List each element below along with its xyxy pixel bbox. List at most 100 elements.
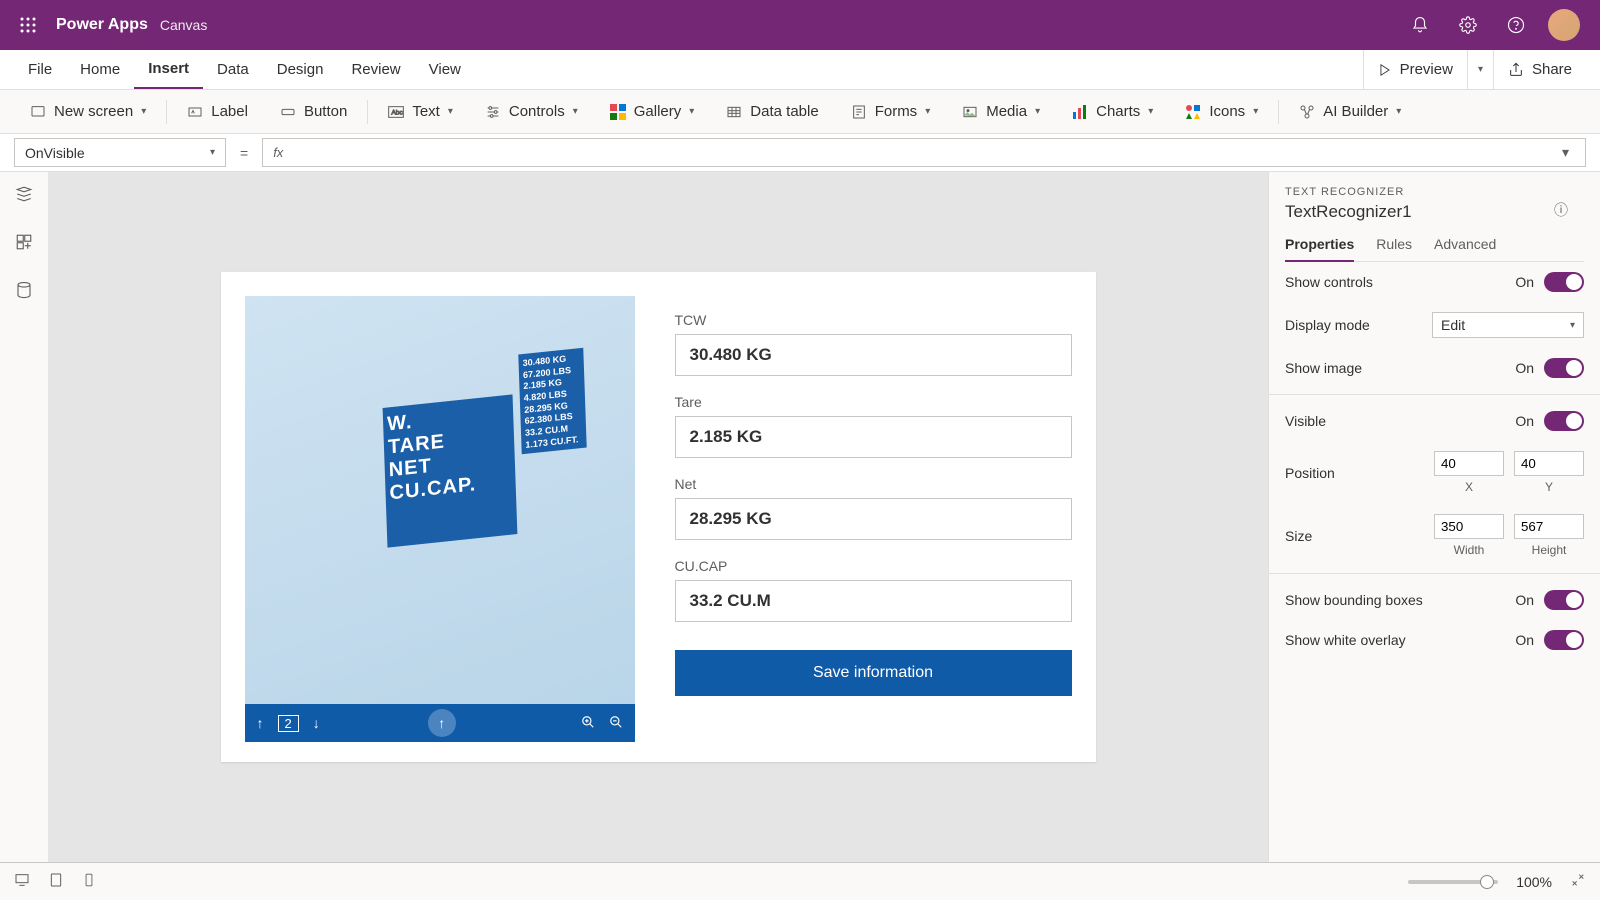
prop-show-controls-label: Show controls xyxy=(1285,274,1373,290)
field-input-tare[interactable]: 2.185 KG xyxy=(675,416,1072,458)
save-button[interactable]: Save information xyxy=(675,650,1072,696)
page-up-icon[interactable]: ↑ xyxy=(257,715,264,731)
device-desktop-icon[interactable] xyxy=(14,872,30,891)
left-rail xyxy=(0,172,48,862)
tab-advanced[interactable]: Advanced xyxy=(1434,236,1496,261)
ribbon-charts[interactable]: Charts▾ xyxy=(1056,90,1169,133)
share-button[interactable]: Share xyxy=(1493,50,1586,89)
input-position-x[interactable] xyxy=(1434,451,1504,476)
status-bar: 100% xyxy=(0,862,1600,900)
toggle-bounding[interactable] xyxy=(1544,590,1584,610)
field-label-tcw: TCW xyxy=(675,312,1072,328)
gallery-icon xyxy=(610,104,626,120)
button-icon xyxy=(280,104,296,120)
menu-home[interactable]: Home xyxy=(66,50,134,89)
field-input-tcw[interactable]: 30.480 KG xyxy=(675,334,1072,376)
formula-input[interactable]: fx ▾ xyxy=(262,138,1586,167)
ai-builder-icon xyxy=(1299,104,1315,120)
control-name: TextRecognizer1 xyxy=(1285,202,1584,222)
props-tabs: Properties Rules Advanced xyxy=(1285,236,1584,262)
ribbon-data-table[interactable]: Data table xyxy=(710,90,834,133)
menu-insert[interactable]: Insert xyxy=(134,50,203,89)
brand-title: Power Apps xyxy=(56,16,148,34)
ribbon-forms[interactable]: Forms▾ xyxy=(835,90,947,133)
page-down-icon[interactable]: ↓ xyxy=(313,715,320,731)
settings-gear-icon[interactable] xyxy=(1444,0,1492,50)
fit-to-window-icon[interactable] xyxy=(1570,872,1586,891)
ribbon: New screen▾ Label Button Abc Text▾ Contr… xyxy=(0,90,1600,134)
prop-show-image-label: Show image xyxy=(1285,360,1362,376)
input-size-width[interactable] xyxy=(1434,514,1504,539)
app-subtitle: Canvas xyxy=(160,17,207,33)
user-avatar[interactable] xyxy=(1548,9,1580,41)
properties-panel: TEXT RECOGNIZER TextRecognizer1 ⓘ Proper… xyxy=(1268,172,1600,862)
input-size-height[interactable] xyxy=(1514,514,1584,539)
preview-button[interactable]: Preview xyxy=(1363,50,1467,89)
prop-bounding-label: Show bounding boxes xyxy=(1285,592,1423,608)
ribbon-gallery[interactable]: Gallery▾ xyxy=(594,90,711,133)
field-input-cucap[interactable]: 33.2 CU.M xyxy=(675,580,1072,622)
equals-label: = xyxy=(234,138,254,167)
ribbon-controls[interactable]: Controls▾ xyxy=(469,90,594,133)
media-icon xyxy=(962,104,978,120)
zoom-slider[interactable] xyxy=(1408,880,1498,884)
controls-icon xyxy=(485,104,501,120)
canvas[interactable]: W. TARE NET CU.CAP. 30.480 KG 67.200 LBS… xyxy=(48,172,1268,862)
ribbon-media[interactable]: Media▾ xyxy=(946,90,1056,133)
workspace: W. TARE NET CU.CAP. 30.480 KG 67.200 LBS… xyxy=(0,172,1600,862)
container-weights-panel: 30.480 KG 67.200 LBS 2.185 KG 4.820 LBS … xyxy=(518,348,586,455)
ribbon-ai-builder[interactable]: AI Builder▾ xyxy=(1283,90,1417,133)
waffle-icon[interactable] xyxy=(12,9,44,41)
toggle-overlay[interactable] xyxy=(1544,630,1584,650)
zoom-out-icon[interactable] xyxy=(609,715,623,732)
formula-expand-icon[interactable]: ▾ xyxy=(1556,144,1575,161)
menubar: File Home Insert Data Design Review View… xyxy=(0,50,1600,90)
upload-icon[interactable]: ↑ xyxy=(428,709,456,737)
menu-design[interactable]: Design xyxy=(263,50,338,89)
device-tablet-icon[interactable] xyxy=(48,872,64,891)
app-header: Power Apps Canvas xyxy=(0,0,1600,50)
data-pane-icon[interactable] xyxy=(14,280,34,300)
fx-icon: fx xyxy=(273,145,283,160)
toggle-visible[interactable] xyxy=(1544,411,1584,431)
zoom-in-icon[interactable] xyxy=(581,715,595,732)
field-label-tare: Tare xyxy=(675,394,1072,410)
text-recognizer-control[interactable]: W. TARE NET CU.CAP. 30.480 KG 67.200 LBS… xyxy=(245,296,635,742)
menu-file[interactable]: File xyxy=(14,50,66,89)
device-phone-icon[interactable] xyxy=(82,872,96,891)
label-icon xyxy=(187,104,203,120)
ribbon-text[interactable]: Abc Text▾ xyxy=(372,90,469,133)
insert-pane-icon[interactable] xyxy=(14,232,34,252)
tab-properties[interactable]: Properties xyxy=(1285,236,1354,262)
field-input-net[interactable]: 28.295 KG xyxy=(675,498,1072,540)
table-icon xyxy=(726,104,742,120)
toggle-show-controls[interactable] xyxy=(1544,272,1584,292)
screen-card: W. TARE NET CU.CAP. 30.480 KG 67.200 LBS… xyxy=(221,272,1096,762)
ribbon-new-screen[interactable]: New screen▾ xyxy=(14,90,162,133)
help-icon[interactable] xyxy=(1492,0,1540,50)
menu-review[interactable]: Review xyxy=(337,50,414,89)
property-selector[interactable]: OnVisible ▾ xyxy=(14,138,226,167)
ribbon-label[interactable]: Label xyxy=(171,90,264,133)
preview-dropdown[interactable]: ▾ xyxy=(1467,50,1493,89)
recognizer-toolbar: ↑ 2 ↓ ↑ xyxy=(245,704,635,742)
select-display-mode[interactable]: Edit▾ xyxy=(1432,312,1584,338)
field-label-cucap: CU.CAP xyxy=(675,558,1072,574)
screen-icon xyxy=(30,104,46,120)
tab-rules[interactable]: Rules xyxy=(1376,236,1412,261)
ribbon-icons[interactable]: Icons▾ xyxy=(1169,90,1274,133)
menu-view[interactable]: View xyxy=(415,50,475,89)
notifications-icon[interactable] xyxy=(1396,0,1444,50)
menu-data[interactable]: Data xyxy=(203,50,263,89)
formula-bar: OnVisible ▾ = fx ▾ xyxy=(0,134,1600,172)
prop-visible-label: Visible xyxy=(1285,413,1326,429)
input-position-y[interactable] xyxy=(1514,451,1584,476)
preview-label: Preview xyxy=(1400,61,1453,78)
forms-icon xyxy=(851,104,867,120)
ribbon-button[interactable]: Button xyxy=(264,90,363,133)
info-icon[interactable]: ⓘ xyxy=(1554,200,1568,220)
charts-icon xyxy=(1072,104,1088,120)
tree-view-icon[interactable] xyxy=(14,184,34,204)
toggle-show-image[interactable] xyxy=(1544,358,1584,378)
recognizer-page-number[interactable]: 2 xyxy=(278,715,299,732)
